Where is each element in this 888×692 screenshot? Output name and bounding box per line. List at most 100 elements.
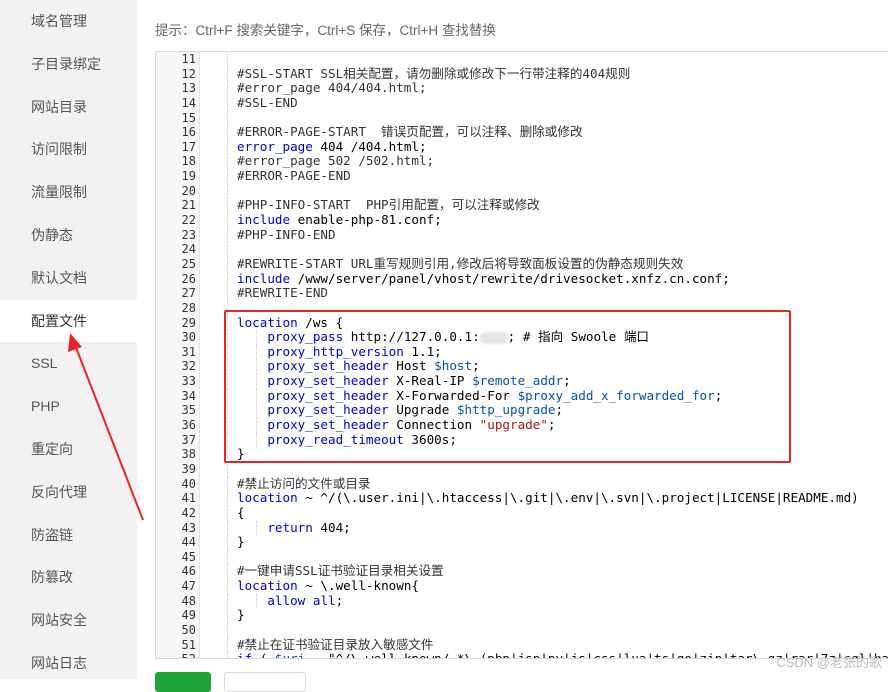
line-number: 16 — [181, 125, 196, 140]
code-text: } — [237, 446, 245, 462]
line-number: 17 — [181, 139, 196, 154]
code-line[interactable]: 36 proxy_set_header Connection "upgrade"… — [156, 417, 888, 433]
sidebar-item[interactable]: 网站目录 — [0, 86, 137, 129]
code-text: #error_page 404/404.html; — [237, 80, 427, 96]
code-text: return 404; — [267, 519, 351, 535]
indent-guide — [227, 418, 228, 433]
line-number: 14 — [181, 95, 196, 110]
code-line[interactable]: 47 location ~ \.well-known{ — [156, 578, 888, 594]
sidebar-item[interactable]: 域名管理 — [0, 0, 137, 43]
code-line[interactable]: 30 proxy_pass http://127.0.0.1:; # 指向 Sw… — [156, 329, 888, 345]
code-line[interactable]: 17 error_page 404 /404.html; — [156, 139, 888, 155]
code-line[interactable]: 43 return 404; — [156, 519, 888, 536]
indent-guide — [227, 213, 228, 228]
code-editor[interactable]: 11 12 #SSL-START SSL相关配置，请勿删除或修改下一行带注释的404… — [155, 51, 888, 659]
code-line[interactable]: 37 proxy_read_timeout 3600s; — [156, 432, 888, 448]
sidebar-item[interactable]: 配置文件 — [0, 299, 137, 343]
line-number: 39 — [181, 461, 196, 476]
sidebar-item[interactable]: 访问限制 — [0, 128, 137, 171]
line-number: 44 — [181, 535, 196, 550]
code-line[interactable]: 19 #ERROR-PAGE-END — [156, 168, 888, 184]
editor-hint: 提示：Ctrl+F 搜索关键字，Ctrl+S 保存，Ctrl+H 查找替换 — [155, 23, 496, 38]
line-number: 18 — [181, 154, 196, 169]
code-text: #ERROR-PAGE-END — [237, 168, 351, 184]
code-line[interactable]: 22 include enable-php-81.conf; — [156, 212, 888, 228]
line-number: 42 — [181, 505, 196, 520]
indent-guide — [227, 491, 228, 506]
line-number: 47 — [181, 579, 196, 594]
code-line[interactable]: 32 proxy_set_header Host $host; — [156, 358, 888, 375]
indent-guide — [227, 139, 228, 155]
code-line[interactable]: 21 #PHP-INFO-START PHP引用配置，可以注释或修改 — [156, 197, 888, 214]
code-line[interactable]: 16 #ERROR-PAGE-START 错误页配置，可以注释、删除或修改 — [156, 124, 888, 140]
code-line[interactable]: 11 — [156, 52, 888, 67]
sidebar-item[interactable]: PHP — [0, 385, 137, 428]
code-line[interactable]: 39 — [156, 461, 888, 477]
sidebar-item[interactable]: 默认文档 — [0, 257, 137, 300]
code-line[interactable]: 42 { — [156, 505, 888, 521]
sidebar-item[interactable]: 网站安全 — [0, 599, 137, 642]
sidebar: 域名管理 子目录绑定 网站目录 访问限制 流量限制 伪静态 默认文档 配置文件 SSL PHP 重定… — [0, 0, 137, 679]
code-line[interactable]: 26 include /www/server/panel/vhost/rewrit… — [156, 271, 888, 287]
code-line[interactable]: 15 — [156, 110, 888, 126]
indent-guide — [256, 330, 257, 345]
indent-guide — [227, 549, 228, 565]
code-text: proxy_http_version 1.1; — [267, 343, 442, 359]
indent-guide — [227, 535, 228, 550]
code-line[interactable]: 49} — [156, 608, 888, 623]
code-line[interactable]: 48 allow all; — [156, 593, 888, 609]
line-number: 37 — [181, 432, 196, 447]
code-line[interactable]: 40 #禁止访问的文件或目录 — [156, 476, 888, 492]
code-text: #ERROR-PAGE-START 错误页配置，可以注释、删除或修改 — [237, 124, 583, 140]
code-line[interactable]: 33 proxy_set_header X-Real-IP $remote_ad… — [156, 373, 888, 389]
code-line[interactable]: 46 #一键申请SSL证书验证目录相关设置 — [156, 564, 888, 580]
sidebar-item[interactable]: 伪静态 — [0, 214, 137, 257]
code-line[interactable]: 31 proxy_http_version 1.1; — [156, 343, 888, 360]
sidebar-item[interactable]: 防盗链 — [0, 514, 137, 557]
sidebar-item[interactable]: 重定向 — [0, 428, 137, 471]
indent-guide — [256, 388, 257, 404]
line-number: 23 — [181, 227, 196, 242]
line-number: 48 — [181, 593, 196, 608]
sidebar-item[interactable]: 反向代理 — [0, 471, 137, 514]
code-line[interactable]: 29 location /ws { — [156, 315, 888, 331]
code-line[interactable]: 45 — [156, 549, 888, 565]
indent-guide — [256, 432, 257, 448]
code-line[interactable]: 18 #error_page 502 /502.html; — [156, 154, 888, 170]
sidebar-item[interactable]: 子目录绑定 — [0, 43, 137, 86]
code-line[interactable]: 41 location ~ ^/(\.user.ini|\.htaccess|\.… — [156, 490, 888, 506]
code-text: #PHP-INFO-START PHP引用配置，可以注释或修改 — [237, 197, 540, 213]
line-number: 36 — [181, 418, 196, 433]
line-number: 25 — [181, 256, 196, 271]
indent-guide — [227, 579, 228, 594]
line-number: 31 — [181, 344, 196, 359]
sidebar-item[interactable]: 防篡改 — [0, 556, 137, 599]
watermark: CSDN @老张的歌 — [776, 655, 882, 670]
code-line[interactable]: 20 — [156, 183, 888, 199]
code-line[interactable]: 13 #error_page 404/404.html; — [156, 80, 888, 96]
code-line[interactable]: 23 #PHP-INFO-END — [156, 227, 888, 243]
code-line[interactable]: 44} — [156, 534, 888, 550]
code-text: include enable-php-81.conf; — [237, 212, 442, 228]
code-line[interactable]: 35 proxy_set_header Upgrade $http_upgrad… — [156, 403, 888, 419]
code-line[interactable]: 50 — [156, 622, 888, 638]
code-text: proxy_pass http://127.0.0.1:; # 指向 Swool… — [267, 329, 650, 345]
code-line[interactable]: 27 #REWRITE-END — [156, 285, 888, 301]
save-button[interactable] — [155, 672, 211, 692]
code-line[interactable]: 14 #SSL-END — [156, 95, 888, 111]
secondary-button[interactable] — [224, 672, 306, 692]
code-text: proxy_set_header Host $host; — [267, 358, 480, 374]
code-line[interactable]: 34 proxy_set_header X-Forwarded-For $pro… — [156, 388, 888, 404]
code-line[interactable]: 25 #REWRITE-START URL重写规则引用,修改后将导致面板设置的伪静… — [156, 256, 888, 272]
sidebar-item[interactable]: SSL — [0, 342, 137, 385]
sidebar-item[interactable]: 网站日志 — [0, 642, 137, 685]
line-number: 11 — [181, 52, 196, 66]
code-line[interactable]: 12 #SSL-START SSL相关配置，请勿删除或修改下一行带注释的404规则 — [156, 66, 888, 82]
indent-guide — [227, 388, 228, 404]
code-line[interactable]: 51 #禁止在证书验证目录放入敏感文件 — [156, 637, 888, 653]
code-line[interactable]: 38} — [156, 447, 888, 462]
code-line[interactable]: 28 — [156, 300, 888, 316]
code-lines[interactable]: 11 12 #SSL-START SSL相关配置，请勿删除或修改下一行带注释的404… — [156, 52, 888, 658]
sidebar-item[interactable]: 流量限制 — [0, 171, 137, 214]
code-line[interactable]: 24 — [156, 242, 888, 257]
